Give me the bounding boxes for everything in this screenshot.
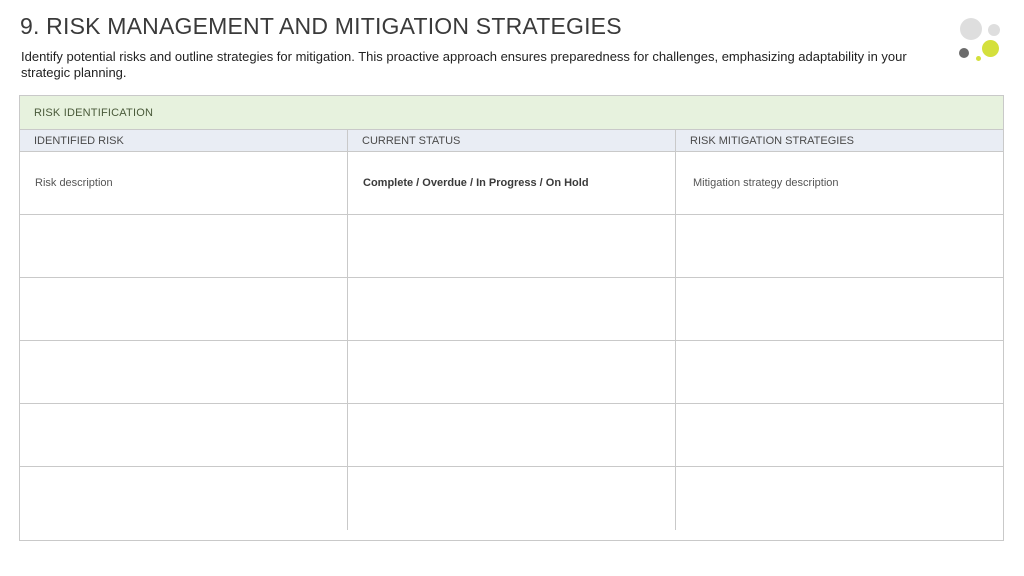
logo-dot-yellow-large [982,40,999,57]
table-row [20,341,1003,404]
risk-cell[interactable] [20,215,348,277]
logo-dot-light-small [988,24,1000,36]
status-cell[interactable] [348,278,676,340]
mitigation-cell[interactable] [676,404,1003,466]
table-column-headers: IDENTIFIED RISK CURRENT STATUS RISK MITI… [20,130,1003,152]
table-row [20,404,1003,467]
logo-dot-yellow-small [976,56,981,61]
risk-cell[interactable] [20,341,348,403]
mitigation-cell[interactable] [676,278,1003,340]
logo-dot-gray [959,48,969,58]
risk-cell[interactable] [20,467,348,530]
risk-cell[interactable] [20,404,348,466]
logo-dot-light-large [960,18,982,40]
page-title: 9. RISK MANAGEMENT AND MITIGATION STRATE… [20,13,622,39]
status-cell[interactable] [348,467,676,530]
table-row [20,467,1003,530]
risk-table: RISK IDENTIFICATION IDENTIFIED RISK CURR… [19,95,1004,541]
table-row [20,278,1003,341]
mitigation-cell[interactable] [676,215,1003,277]
status-cell[interactable]: Complete / Overdue / In Progress / On Ho… [348,152,676,214]
mitigation-cell[interactable] [676,341,1003,403]
mitigation-cell[interactable] [676,467,1003,530]
column-header-current-status: CURRENT STATUS [348,130,676,151]
section-header-risk-identification: RISK IDENTIFICATION [20,96,1003,130]
table-row: Risk description Complete / Overdue / In… [20,152,1003,215]
status-cell[interactable] [348,215,676,277]
mitigation-cell[interactable]: Mitigation strategy description [676,152,1003,214]
status-cell[interactable] [348,404,676,466]
status-cell[interactable] [348,341,676,403]
decorative-dots-logo [955,15,1005,65]
table-row [20,215,1003,278]
risk-cell[interactable] [20,278,348,340]
column-header-identified-risk: IDENTIFIED RISK [20,130,348,151]
page-subtitle: Identify potential risks and outline str… [21,49,907,80]
column-header-mitigation-strategies: RISK MITIGATION STRATEGIES [690,134,854,147]
risk-cell[interactable]: Risk description [20,152,348,214]
